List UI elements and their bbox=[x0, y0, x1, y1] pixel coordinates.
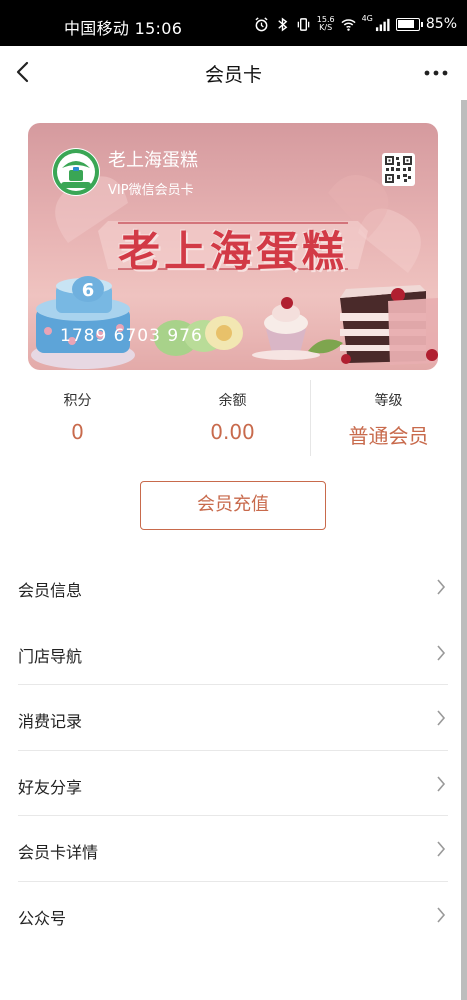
cake-topper-number: 6 bbox=[82, 280, 95, 301]
more-options-icon[interactable] bbox=[423, 64, 449, 82]
menu-item-purchase-history[interactable]: 消费记录 bbox=[18, 685, 448, 751]
network-type: 4G bbox=[361, 14, 373, 23]
store-logo bbox=[52, 148, 100, 196]
menu-item-label: 公众号 bbox=[18, 908, 67, 928]
stat-points-value: 0 bbox=[71, 420, 84, 444]
stat-balance-value: 0.00 bbox=[210, 420, 255, 444]
bluetooth-icon bbox=[278, 16, 288, 32]
stat-balance-label: 余额 bbox=[218, 393, 247, 409]
menu-item-member-info[interactable]: 会员信息 bbox=[18, 554, 448, 620]
chevron-right-icon bbox=[437, 775, 446, 792]
stat-balance[interactable]: 余额 0.00 bbox=[155, 378, 310, 444]
menu-item-card-details[interactable]: 会员卡详情 bbox=[18, 816, 448, 882]
card-type-label: VIP微信会员卡 bbox=[108, 183, 194, 198]
chevron-right-icon bbox=[437, 906, 446, 923]
menu-item-share-friends[interactable]: 好友分享 bbox=[18, 751, 448, 816]
qr-code-button[interactable] bbox=[382, 153, 415, 186]
battery-icon bbox=[395, 17, 423, 31]
alarm-icon bbox=[255, 16, 268, 31]
card-number: 1789 6703 976 bbox=[60, 326, 203, 346]
recharge-button[interactable]: 会员充值 bbox=[140, 481, 326, 530]
qr-code-icon bbox=[385, 156, 412, 183]
stat-level-value: 普通会员 bbox=[348, 424, 429, 448]
battery-percent: 85% bbox=[425, 16, 457, 32]
page-title: 会员卡 bbox=[204, 64, 262, 86]
menu-item-label: 会员卡详情 bbox=[18, 843, 99, 862]
member-stats: 积分 0 余额 0.00 等级 普通会员 bbox=[0, 378, 467, 458]
battery-fill bbox=[397, 19, 415, 28]
stat-points-label: 积分 bbox=[63, 393, 92, 409]
menu-item-label: 门店导航 bbox=[18, 646, 83, 666]
stat-level-label: 等级 bbox=[374, 393, 403, 409]
vibrate-icon bbox=[297, 17, 310, 31]
carrier-time: 中国移动 15:06 bbox=[64, 19, 183, 38]
stat-points[interactable]: 积分 0 bbox=[0, 378, 155, 444]
signal-icon bbox=[375, 18, 390, 31]
status-bar: 中国移动 15:06 15.6 K/S 4G 85% bbox=[0, 0, 467, 46]
menu-item-label: 好友分享 bbox=[18, 777, 83, 797]
menu-list: 会员信息 门店导航 消费记录 好友分享 会员卡详情 公众号 bbox=[0, 554, 467, 947]
network-speed: 15.6 K/S bbox=[317, 16, 335, 32]
stat-level[interactable]: 等级 普通会员 bbox=[311, 378, 466, 449]
status-icons: 15.6 K/S 4G 85% bbox=[254, 14, 457, 34]
chevron-right-icon bbox=[437, 841, 446, 857]
chevron-right-icon bbox=[437, 710, 446, 726]
speed-unit: K/S bbox=[319, 23, 333, 32]
menu-item-label: 消费记录 bbox=[18, 712, 83, 731]
menu-item-label: 会员信息 bbox=[18, 581, 83, 600]
chevron-right-icon bbox=[437, 644, 446, 661]
chevron-right-icon bbox=[437, 579, 446, 595]
wifi-icon bbox=[340, 18, 356, 31]
store-logo-icon bbox=[53, 149, 99, 195]
nav-bar: 会员卡 bbox=[0, 46, 467, 100]
card-brand-banner: 老上海蛋糕 bbox=[117, 227, 348, 276]
cake-topper: 6 bbox=[72, 276, 104, 302]
card-store-name: 老上海蛋糕 bbox=[108, 150, 198, 171]
menu-item-store-navigation[interactable]: 门店导航 bbox=[18, 620, 448, 685]
member-card[interactable]: 老上海蛋糕 VIP微信会员卡 老上海蛋糕 6 1789 6703 976 bbox=[28, 123, 438, 370]
menu-item-official-account[interactable]: 公众号 bbox=[18, 882, 448, 948]
